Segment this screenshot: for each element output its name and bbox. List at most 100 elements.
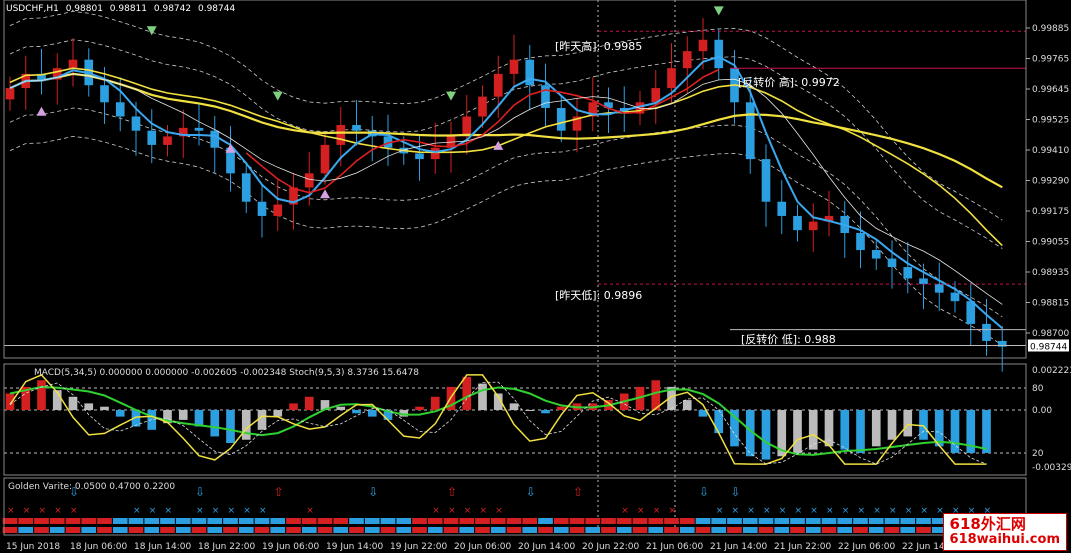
gold-cell <box>601 518 616 524</box>
band-outer-upper <box>9 10 1003 221</box>
gold-star: × <box>464 506 472 516</box>
gold-star: × <box>621 506 629 516</box>
candle-body <box>667 68 676 89</box>
time-tick: 19 Jun 14:00 <box>326 542 383 552</box>
macd-bar <box>147 410 157 430</box>
gold-star: × <box>873 506 881 516</box>
gold-star: × <box>133 506 141 516</box>
gold-cell-lower <box>396 527 412 533</box>
gold-cell <box>679 518 695 524</box>
macd-bar <box>226 410 235 444</box>
gold-star: × <box>196 506 204 516</box>
signal-arrow <box>36 106 47 116</box>
macd-bar <box>478 383 487 410</box>
gold-cell-lower <box>774 527 790 533</box>
gold-cell-lower <box>333 527 349 533</box>
gold-star: × <box>637 506 645 516</box>
candle-body <box>808 221 818 231</box>
golden-varite-panel: × × × × × × × × × × × × × × × × × × × × × × × × × × × × × × × × × × × × × × × ×… <box>2 485 1010 533</box>
gold-cell <box>664 518 679 524</box>
gold-cell <box>459 518 475 524</box>
candle-body <box>163 136 172 145</box>
gold-cell-lower <box>900 527 916 533</box>
gold-cell <box>128 518 144 524</box>
gold-star: × <box>716 506 724 516</box>
gold-arrow: ⇩ <box>731 485 741 499</box>
yday-low-label: [昨天低]: 0.9896 <box>555 289 643 302</box>
macd-bar <box>84 403 94 410</box>
gold-cell-lower <box>742 527 758 533</box>
gold-arrow: ⇩ <box>699 485 709 499</box>
macd-bar <box>304 396 314 410</box>
high-value: 0.98811 <box>109 4 148 14</box>
close-value: 0.98744 <box>197 4 236 14</box>
gold-cell-lower <box>884 527 900 533</box>
gold-cell <box>868 518 884 524</box>
gold-cell <box>837 518 853 524</box>
candle-body <box>493 73 503 97</box>
candle-body <box>793 215 802 231</box>
gold-cell <box>349 518 364 524</box>
candle-body <box>320 144 330 174</box>
price-tick: 0.99885 <box>1032 24 1069 34</box>
gold-cell <box>286 518 301 524</box>
gold-cell <box>727 518 742 524</box>
gold-cell <box>522 518 538 524</box>
gold-cell-lower <box>837 527 853 533</box>
macd-bar <box>241 410 251 440</box>
gold-cell <box>821 518 837 524</box>
macd-bar <box>210 410 220 437</box>
candle-body <box>5 88 15 100</box>
macd-bar <box>352 410 361 414</box>
gold-star: × <box>858 506 866 516</box>
gold-cell <box>916 518 931 524</box>
candle-body <box>919 278 928 285</box>
gold-cell <box>238 518 254 524</box>
gold-cell <box>742 518 758 524</box>
rev-low-label: [反转价 低]: 0.988 <box>741 333 836 346</box>
gold-cell-lower <box>853 527 868 533</box>
gold-cell <box>191 518 207 524</box>
gold-cell-lower <box>144 527 160 533</box>
gold-cell-lower <box>553 527 569 533</box>
macd-bar <box>887 410 897 440</box>
time-tick: 22 Jun 06:00 <box>838 542 895 552</box>
macd-bar <box>5 393 15 410</box>
gold-cell-lower <box>443 527 459 533</box>
band-inner-upper <box>9 39 1003 249</box>
signal-arrow <box>320 189 330 199</box>
gold-cell <box>758 518 774 524</box>
low-value: 0.98742 <box>153 4 192 14</box>
gold-cell <box>569 518 585 524</box>
gold-cell-lower <box>506 527 522 533</box>
candle-body <box>509 59 519 74</box>
gold-arrow: ⇩ <box>195 485 205 499</box>
candle-body <box>273 204 283 216</box>
candle-body <box>336 125 346 145</box>
macd-bar <box>415 406 424 410</box>
symbol-label: USDCHF,H1 <box>6 4 59 14</box>
gold-cell <box>695 518 711 524</box>
gold-cell <box>18 518 34 524</box>
gold-cell-lower <box>758 527 774 533</box>
gold-cell <box>506 518 522 524</box>
gold-cell <box>853 518 868 524</box>
macd-bar <box>856 410 865 453</box>
gold-cell-lower <box>916 527 931 533</box>
macd-bar <box>115 410 125 417</box>
gold-cell <box>380 518 396 524</box>
gold-cell <box>49 518 65 524</box>
gold-cell-lower <box>459 527 475 533</box>
gold-star: × <box>7 506 15 516</box>
candles <box>5 18 1007 372</box>
gold-cell <box>900 518 916 524</box>
price-tick: 0.99290 <box>1032 177 1069 187</box>
gold-cell-lower <box>475 527 490 533</box>
gold-cell-lower <box>868 527 884 533</box>
watermark-logo: 618外汇网 618waihui.com <box>942 513 1067 551</box>
candle-body <box>115 102 125 117</box>
candle-body <box>682 51 692 69</box>
gold-cell <box>805 518 821 524</box>
macd-bar <box>714 410 724 434</box>
gold-star: × <box>747 506 755 516</box>
